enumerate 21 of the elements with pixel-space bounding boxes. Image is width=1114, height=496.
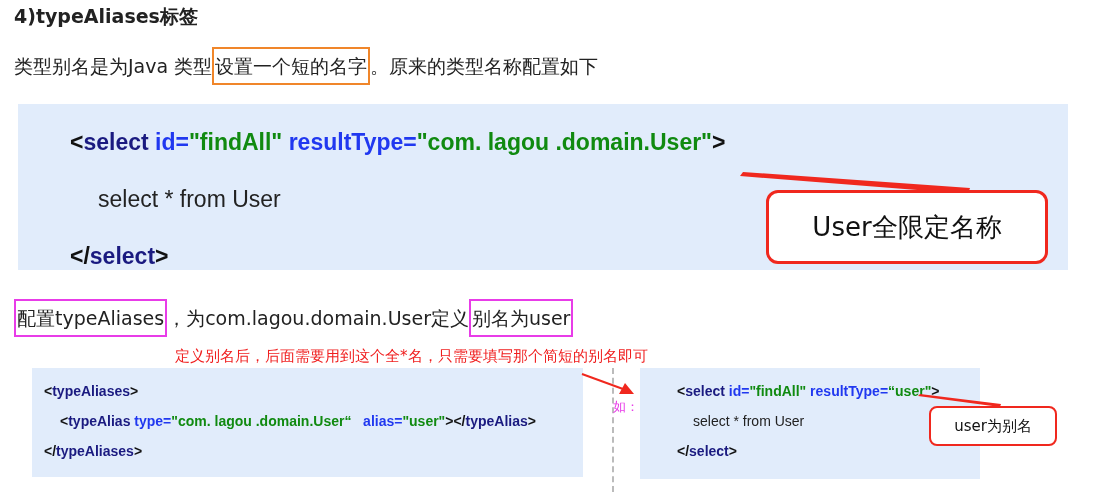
section-heading: 4)typeAliases标签 (13, 4, 199, 29)
callout: user为别名 (929, 406, 1057, 446)
paragraph-text: 类型别名是为Java 类型 (14, 55, 213, 77)
annotation-text: 定义别名后，后面需要用到这个全*名，只需要填写那个简短的别名即可 (174, 346, 649, 366)
code-line: </select> (70, 242, 169, 271)
highlighted-text: 别名为user (468, 299, 574, 337)
code-line: select * from User (97, 185, 281, 214)
code-line: </typeAliases> (44, 442, 143, 461)
example-label: 如： (613, 398, 639, 416)
code-line: <select id="findAll" resultType="com. lagou .domain.User"> (70, 128, 726, 157)
paragraph-text: 。原来的类型名称配置如下 (370, 55, 599, 77)
code-line: <typeAliases> (44, 382, 139, 401)
arrow-icon (581, 372, 635, 396)
code-line: <select id="findAll" resultType=“user"> (677, 382, 940, 401)
code-line: </select> (677, 442, 737, 461)
highlighted-text: 设置一个短的名字 (212, 47, 371, 85)
highlighted-text: 配置typeAliases (14, 299, 168, 337)
paragraph-text: ，为com.lagou.domain.User定义 (167, 307, 469, 329)
code-line: select * from User (692, 412, 805, 431)
code-line: <typeAlias type="com. lagou .domain.User“ alias="user"></typeAlias> (59, 412, 536, 431)
callout: User全限定名称 (766, 190, 1048, 264)
